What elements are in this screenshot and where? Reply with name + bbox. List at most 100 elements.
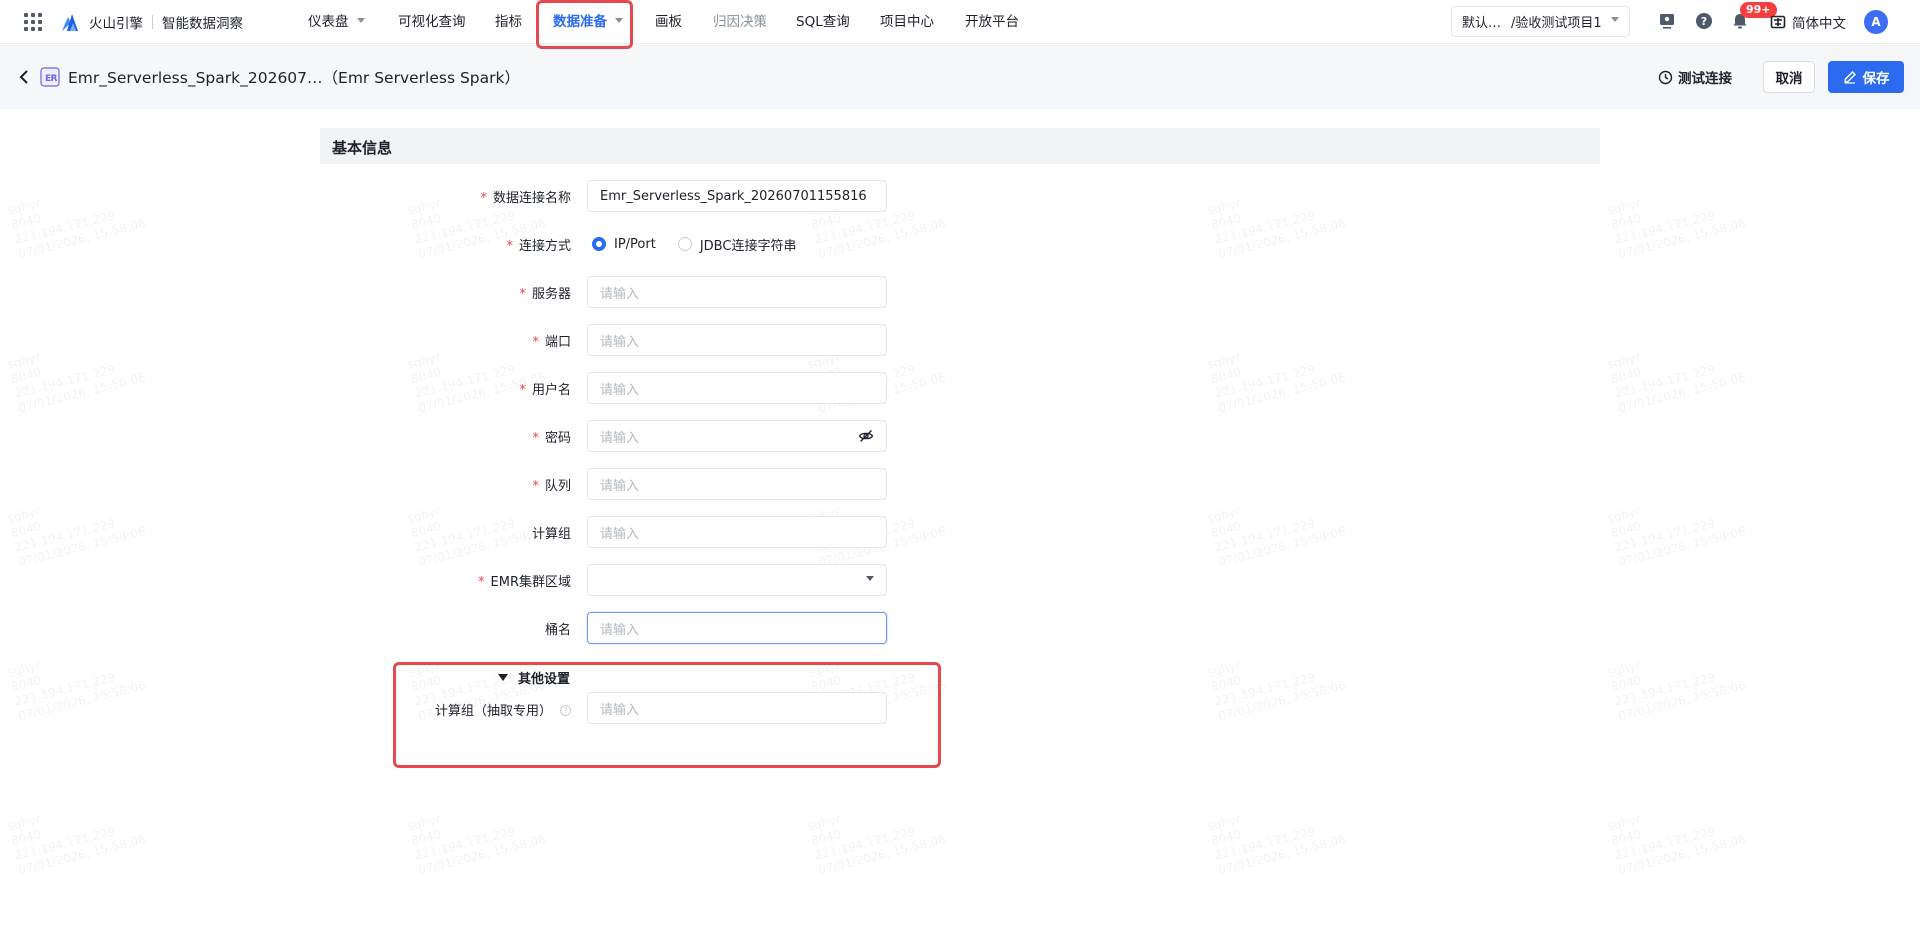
radio-checked-icon (592, 237, 606, 251)
compute-group-input[interactable]: 请输入 (587, 516, 887, 548)
brand[interactable]: 火山引擎 智能数据洞察 (60, 10, 243, 34)
field-label: 计算组 (531, 527, 571, 542)
brand-name: 火山引擎 (89, 16, 143, 32)
bucket-input[interactable]: 请输入 (587, 612, 887, 644)
back-arrow-icon[interactable] (16, 67, 32, 87)
volcano-logo-icon (62, 14, 78, 31)
nav-item-dashboard[interactable]: 仪表盘 (308, 0, 365, 44)
input-placeholder: 请输入 (600, 702, 640, 718)
project-select[interactable]: 默认… /验收测试项目1 (1451, 6, 1630, 37)
input-placeholder: 请输入 (600, 430, 640, 446)
nav-item-label: SQL查询 (796, 14, 850, 30)
required-mark: * (519, 287, 526, 302)
other-settings-title: 其他设置 (518, 672, 571, 687)
field-label: 队列 (544, 479, 571, 494)
connection-method-radio-group: IP/Port JDBC连接字符串 (592, 234, 818, 254)
project-select-project: /验收测试项目1 (1511, 16, 1602, 31)
required-mark: * (519, 383, 526, 398)
watermark-text: sqhyr 8040 221.194.171.229 07/01/2026, 1… (1606, 811, 1748, 878)
nav-item-label: 仪表盘 (308, 14, 349, 30)
nav-item-canvas[interactable]: 画板 (655, 0, 682, 44)
radio-ip-port[interactable]: IP/Port (592, 237, 656, 252)
translate-icon (1770, 15, 1786, 29)
username-label: * 用户名 (519, 379, 571, 398)
nav-item-open-platform[interactable]: 开放平台 (965, 0, 1019, 44)
nav-item-data-prep[interactable]: 数据准备 (553, 0, 623, 44)
field-label: 端口 (544, 335, 571, 350)
queue-input[interactable]: 请输入 (587, 468, 887, 500)
connection-name-input[interactable]: Emr_Serverless_Spark_20260701155816 (587, 180, 887, 212)
watermark-text: sqhyr 8040 221.194.171.229 07/01/2026, 1… (6, 503, 148, 570)
watermark-text: sqhyr 8040 221.194.171.229 07/01/2026, 1… (6, 349, 148, 416)
bucket-label: 桶名 (545, 619, 571, 638)
watermark-text: sqhyr 8040 221.194.171.229 07/01/2026, 1… (1606, 657, 1748, 724)
compute-group-extract-input[interactable]: 请输入 (587, 692, 887, 724)
other-settings-toggle[interactable]: 其他设置 (498, 668, 570, 687)
nav-item-label: 可视化查询 (398, 14, 466, 30)
basic-info-section-header: 基本信息 (320, 128, 1600, 164)
port-input[interactable]: 请输入 (587, 324, 887, 356)
nav-item-attribution[interactable]: 归因决策 (713, 0, 767, 44)
required-mark: * (480, 191, 487, 206)
input-placeholder: 请输入 (600, 382, 640, 398)
radio-jdbc-string[interactable]: JDBC连接字符串 (677, 235, 797, 254)
nav-item-sql-query[interactable]: SQL查询 (796, 0, 850, 44)
input-placeholder: 请输入 (600, 622, 640, 638)
question-circle-icon[interactable]: ? (560, 705, 571, 716)
nav-item-label: 项目中心 (880, 14, 934, 30)
page-header: E R Emr_Serverless_Spark_202607…（Emr Ser… (0, 45, 1920, 109)
username-input[interactable]: 请输入 (587, 372, 887, 404)
queue-label: * 队列 (532, 475, 571, 494)
server-label: * 服务器 (519, 283, 571, 302)
cancel-button[interactable]: 取消 (1763, 61, 1815, 93)
input-placeholder: 请输入 (600, 286, 640, 302)
help-icon[interactable]: ? (1694, 11, 1714, 31)
connection-method-label: * 连接方式 (506, 235, 571, 254)
field-label: 桶名 (544, 623, 571, 638)
language-label: 简体中文 (1792, 16, 1846, 32)
watermark-text: sqhyr 8040 221.194.171.229 07/01/2026, 1… (6, 657, 148, 724)
app-grid-icon[interactable] (24, 13, 42, 31)
section-title: 基本信息 (332, 139, 393, 157)
emr-region-select[interactable] (587, 564, 887, 596)
watermark-text: sqhyr 8040 221.194.171.229 07/01/2026, 1… (1206, 657, 1348, 724)
svg-text:R: R (51, 74, 58, 84)
nav-item-label: 归因决策 (713, 14, 767, 30)
watermark-text: sqhyr 8040 221.194.171.229 07/01/2026, 1… (1606, 503, 1748, 570)
required-mark: * (532, 479, 539, 494)
server-input[interactable]: 请输入 (587, 276, 887, 308)
nav-item-label: 画板 (655, 14, 682, 30)
cancel-label: 取消 (1775, 71, 1803, 87)
watermark-text: sqhyr 8040 221.194.171.229 07/01/2026, 1… (806, 811, 948, 878)
nav-item-label: 数据准备 (553, 14, 607, 30)
screen-cast-icon[interactable] (1657, 11, 1677, 31)
nav-item-visual-query[interactable]: 可视化查询 (398, 0, 466, 44)
password-input[interactable]: 请输入 (587, 420, 887, 452)
test-connection-button[interactable]: 测试连接 (1652, 61, 1738, 93)
eye-off-icon[interactable] (858, 429, 874, 443)
field-label: 密码 (544, 431, 571, 446)
chevron-down-icon (866, 575, 874, 581)
nav-item-label: 指标 (495, 14, 522, 30)
radio-label: JDBC连接字符串 (699, 238, 797, 254)
chevron-down-icon (615, 17, 623, 23)
emr-region-label: * EMR集群区域 (478, 571, 571, 590)
save-label: 保存 (1862, 71, 1890, 87)
project-select-workspace: 默认… (1462, 16, 1502, 31)
required-mark: * (478, 575, 485, 590)
nav-item-project-center[interactable]: 项目中心 (880, 0, 934, 44)
watermark-text: sqhyr 8040 221.194.171.229 07/01/2026, 1… (406, 811, 548, 878)
language-switch[interactable]: 简体中文 (1770, 0, 1846, 44)
watermark-text: sqhyr 8040 221.194.171.229 07/01/2026, 1… (1206, 811, 1348, 878)
input-placeholder: 请输入 (600, 526, 640, 542)
field-label: 用户名 (531, 383, 571, 398)
nav-item-metrics[interactable]: 指标 (495, 0, 522, 44)
required-mark: * (532, 335, 539, 350)
watermark-text: sqhyr 8040 221.194.171.229 07/01/2026, 1… (6, 811, 148, 878)
field-label: 连接方式 (518, 239, 571, 254)
edit-icon (1843, 71, 1856, 84)
compute-group-label: 计算组 (532, 523, 571, 542)
avatar[interactable]: A (1864, 10, 1888, 34)
save-button[interactable]: 保存 (1828, 61, 1904, 93)
watermark-text: sqhyr 8040 221.194.171.229 07/01/2026, 1… (1606, 195, 1748, 262)
